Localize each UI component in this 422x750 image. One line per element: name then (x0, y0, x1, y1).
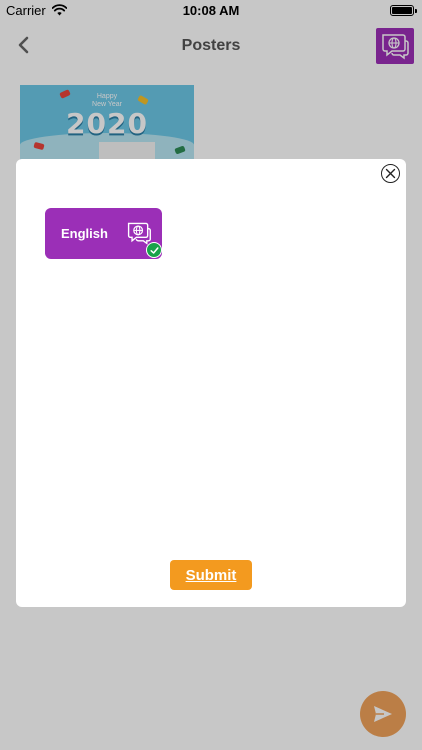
submit-label: Submit (185, 566, 237, 584)
checkmark-icon (149, 246, 159, 254)
close-circle-icon (385, 168, 396, 179)
language-modal: English Submit (16, 159, 406, 607)
close-button[interactable] (381, 164, 400, 183)
language-option-label: English (61, 226, 108, 241)
language-chat-icon (127, 222, 151, 245)
submit-button[interactable]: Submit (170, 560, 252, 590)
selected-check-badge (146, 242, 162, 258)
language-option-english[interactable]: English (45, 208, 162, 259)
